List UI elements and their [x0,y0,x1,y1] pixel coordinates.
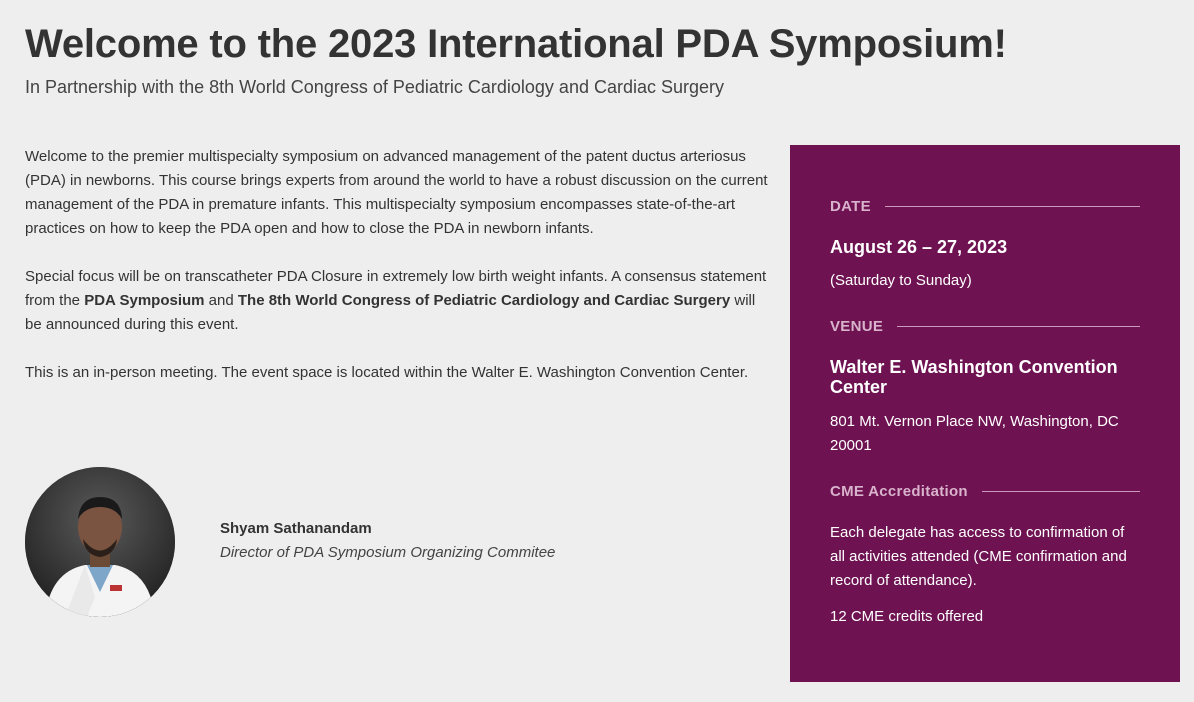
cme-section-header: CME Accreditation [830,483,1140,500]
person-photo-icon [25,467,175,617]
date-label: DATE [830,198,871,215]
organizer-role: Director of PDA Symposium Organizing Com… [220,544,556,561]
date-section-header: DATE [830,198,1140,215]
intro-paragraph-1: Welcome to the premier multispecialty sy… [25,148,768,237]
page-subtitle: In Partnership with the 8th World Congre… [25,77,725,97]
intro-text: Welcome to the premier multispecialty sy… [25,145,770,409]
intro-p2-bold-world-congress: The 8th World Congress of Pediatric Card… [237,292,731,309]
venue-label: VENUE [830,318,884,335]
organizer-avatar [25,467,175,617]
venue-name: Walter E. Washington Convention Center [830,357,1118,397]
intro-paragraph-3: This is an in-person meeting. The event … [25,364,749,381]
venue-address: 801 Mt. Vernon Place NW, Washington, DC … [830,413,1119,454]
event-date: August 26 – 27, 2023 [830,237,1008,257]
divider [981,491,1140,492]
venue-section-header: VENUE [830,318,1140,335]
cme-label: CME Accreditation [830,483,968,500]
divider [884,206,1140,207]
event-days: (Saturday to Sunday) [830,272,972,289]
divider [897,326,1140,327]
intro-paragraph-2: Special focus will be on transcatheter P… [25,265,770,337]
intro-p2-bold-pda-symposium: PDA Symposium [84,292,205,309]
intro-p2-text-2: and [204,292,238,309]
cme-description: Each delegate has access to confirmation… [830,524,1127,589]
organizer-name: Shyam Sathanandam [220,520,372,537]
cme-credits: 12 CME credits offered [830,608,984,625]
event-info-panel: DATE August 26 – 27, 2023 (Saturday to S… [790,145,1180,682]
page-title: Welcome to the 2023 International PDA Sy… [25,22,1007,66]
